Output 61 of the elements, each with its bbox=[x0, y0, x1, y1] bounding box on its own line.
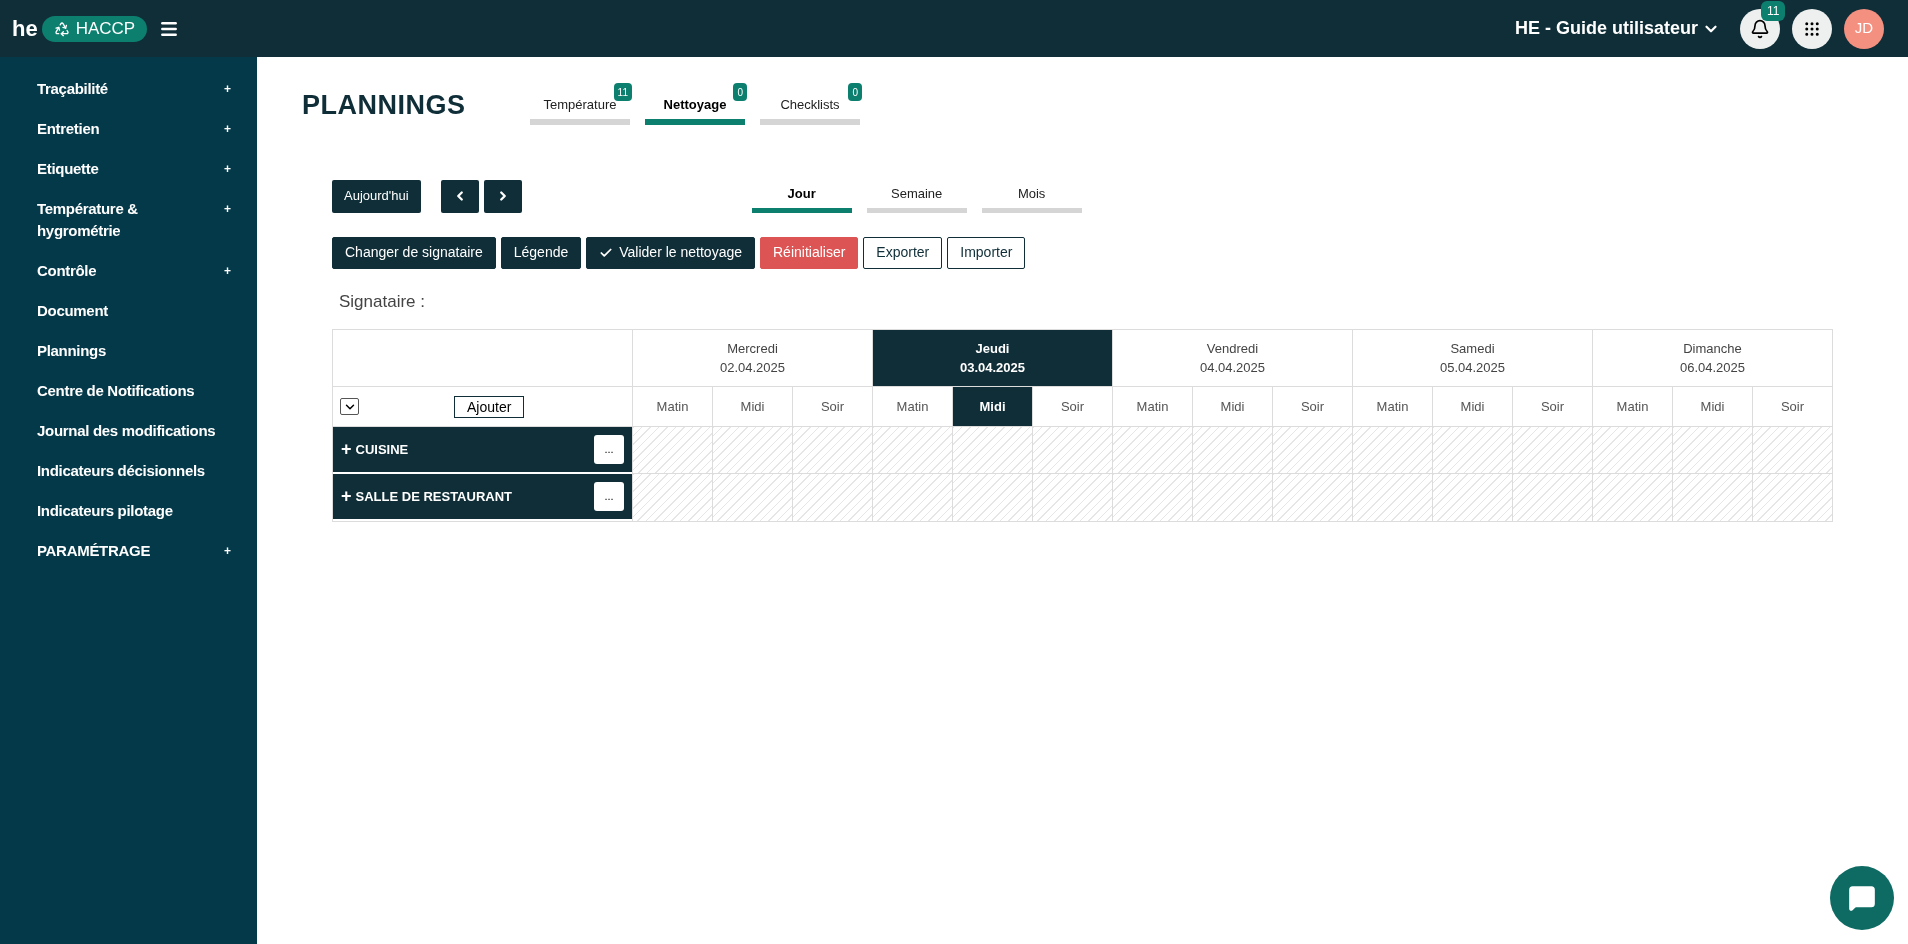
apps-button[interactable] bbox=[1792, 8, 1832, 49]
action-button[interactable]: Réinitialiser bbox=[760, 236, 859, 269]
sidebar-item[interactable]: PARAMÉTRAGE + bbox=[0, 531, 257, 571]
sidebar-item[interactable]: Centre de Notifications bbox=[0, 371, 257, 411]
slot-header: Matin bbox=[633, 387, 713, 426]
view-tab[interactable]: Jour bbox=[751, 179, 852, 213]
signatory-label: Signataire : bbox=[339, 290, 425, 313]
next-button[interactable] bbox=[483, 179, 522, 213]
grid-icon bbox=[1803, 19, 1821, 38]
day-header: Jeudi 03.04.2025 bbox=[873, 330, 1112, 387]
slot-header: Soir bbox=[1299, 397, 1326, 416]
zone-menu-button[interactable]: ... bbox=[594, 435, 624, 464]
chat-icon bbox=[1848, 884, 1876, 912]
account-selector[interactable]: HE - Guide utilisateur bbox=[1514, 15, 1720, 42]
count-badge: 0 bbox=[733, 83, 747, 101]
action-button[interactable]: Valider le nettoyage bbox=[586, 236, 755, 269]
add-button[interactable]: Ajouter bbox=[454, 395, 525, 418]
zone-name: CUISINE bbox=[355, 440, 410, 459]
previous-button[interactable] bbox=[440, 179, 479, 213]
sidebar-item[interactable]: Document bbox=[0, 291, 257, 331]
slot-header: Midi bbox=[1433, 387, 1513, 426]
count-badge: 11 bbox=[613, 83, 632, 101]
view-tab[interactable]: Mois bbox=[981, 179, 1082, 213]
slot-header: Midi bbox=[1193, 387, 1273, 426]
slot-header: Soir bbox=[1779, 397, 1806, 416]
app-badge: HACCP bbox=[41, 15, 148, 42]
sidebar-item[interactable]: Traçabilité + bbox=[0, 69, 257, 109]
sidebar-item[interactable]: Entretien + bbox=[0, 109, 257, 149]
collapse-button[interactable] bbox=[340, 398, 359, 415]
slot-header: Midi bbox=[713, 387, 793, 426]
logo: he bbox=[12, 15, 38, 43]
sidebar-item[interactable]: Indicateurs décisionnels bbox=[0, 451, 257, 491]
slot-header: Midi bbox=[953, 387, 1033, 426]
sidebar-item[interactable]: Contrôle + bbox=[0, 251, 257, 291]
sidebar-item[interactable]: Indicateurs pilotage bbox=[0, 491, 257, 531]
action-button[interactable]: Exporter bbox=[863, 236, 943, 269]
slot-header: Matin bbox=[1353, 387, 1433, 426]
sidebar-item[interactable]: Etiquette + bbox=[0, 149, 257, 189]
expand-toggle[interactable]: + bbox=[341, 483, 352, 510]
slot-header: Matin bbox=[1593, 387, 1673, 426]
sidebar-item[interactable]: Plannings bbox=[0, 331, 257, 371]
slot-header: Midi bbox=[1673, 387, 1753, 426]
view-tab[interactable]: Semaine bbox=[866, 179, 967, 213]
action-button[interactable]: Importer bbox=[947, 236, 1026, 269]
bell-icon bbox=[1750, 18, 1770, 39]
slot-header: Soir bbox=[1059, 397, 1086, 416]
notification-count: 11 bbox=[1761, 0, 1786, 21]
expand-toggle[interactable]: + bbox=[341, 436, 352, 463]
today-button[interactable]: Aujourd'hui bbox=[332, 179, 421, 213]
slot-header: Soir bbox=[1539, 397, 1566, 416]
recycle-icon bbox=[53, 20, 70, 37]
slot-header: Matin bbox=[1113, 387, 1193, 426]
count-badge: 0 bbox=[848, 83, 862, 101]
slot-header: Soir bbox=[819, 397, 846, 416]
sidebar-item[interactable]: Journal des modifications bbox=[0, 411, 257, 451]
action-button[interactable]: Légende bbox=[500, 236, 582, 269]
action-button[interactable]: Changer de signataire bbox=[332, 236, 496, 269]
zone-name: SALLE DE RESTAURANT bbox=[355, 487, 513, 506]
page-title: PLANNINGS bbox=[302, 89, 467, 122]
sidebar-item[interactable]: Température & hygrométrie + bbox=[0, 189, 257, 251]
zone-menu-button[interactable]: ... bbox=[594, 482, 624, 511]
